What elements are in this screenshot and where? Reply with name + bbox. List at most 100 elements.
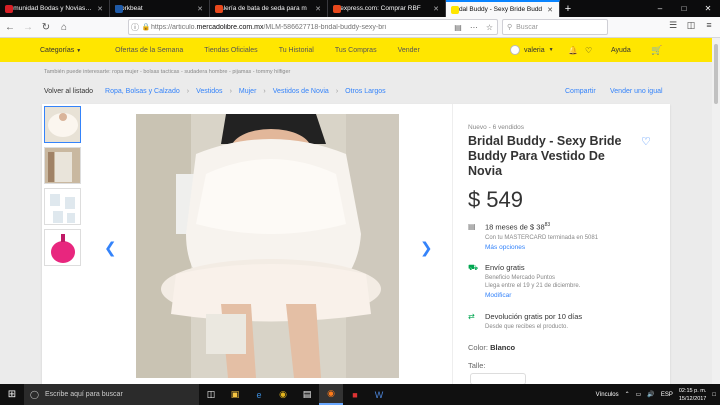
- browser-search-input[interactable]: ⚲ Buscar: [502, 19, 608, 35]
- sidebar-icon[interactable]: ◫: [682, 20, 700, 31]
- breadcrumb-link[interactable]: Mujer: [239, 88, 257, 95]
- reader-view-icon[interactable]: ▤: [450, 23, 466, 32]
- tab-label: Bridal Buddy - Sexy Bride Budd: [451, 6, 543, 13]
- breadcrumb-link[interactable]: Ropa, Bolsas y Calzado: [105, 88, 180, 95]
- browser-tab[interactable]: Comunidad Bodas y Novias - bo ✕: [0, 0, 110, 17]
- tab-label: Aliexpress.com: Comprar RBF: [333, 5, 421, 12]
- more-options-link[interactable]: Más opciones: [485, 244, 638, 251]
- tab-favicon-icon: [333, 4, 341, 13]
- interest-links[interactable]: También puede interesarte: ropa mujer - …: [44, 69, 290, 75]
- close-tab-icon[interactable]: ✕: [315, 5, 321, 13]
- close-tab-icon[interactable]: ✕: [97, 5, 103, 13]
- installments-cents: 83: [544, 222, 551, 228]
- task-view-icon[interactable]: ◫: [199, 384, 223, 405]
- taskbar-search-placeholder: Escribe aquí para buscar: [44, 391, 123, 398]
- color-label: Color:: [468, 343, 489, 352]
- clock-date: 15/12/2017: [678, 395, 707, 402]
- breadcrumb-separator-icon: ›: [335, 88, 339, 95]
- maximize-icon[interactable]: □: [672, 0, 696, 17]
- back-to-list-link[interactable]: Volver al listado: [44, 88, 93, 95]
- clock[interactable]: 02:15 p. m. 15/12/2017: [679, 387, 707, 403]
- tray-chevron-icon[interactable]: ⌃: [625, 391, 630, 398]
- lock-icon: 🔒: [141, 24, 151, 31]
- chrome-icon[interactable]: ◉: [271, 384, 295, 405]
- header-nav-link[interactable]: Vender: [398, 47, 420, 54]
- close-window-icon[interactable]: ✕: [696, 0, 720, 17]
- cart-icon[interactable]: 🛒: [651, 45, 662, 56]
- chevron-down-icon: ▼: [76, 47, 82, 54]
- network-icon[interactable]: ▭: [636, 391, 642, 398]
- edge-icon[interactable]: e: [247, 384, 271, 405]
- breadcrumb-link[interactable]: Vestidos: [196, 88, 222, 95]
- language-indicator[interactable]: ESP: [661, 392, 673, 398]
- browser-tab[interactable]: Aliexpress.com: Comprar RBF ✕: [328, 0, 446, 17]
- user-menu[interactable]: valeria ▼: [510, 45, 554, 55]
- os-taskbar: ⊞ ◯ Escribe aquí para buscar ◫ ▣ e ◉ ▤ ◉ …: [0, 384, 720, 405]
- favorites-icon[interactable]: ♡: [585, 46, 592, 55]
- minimize-icon[interactable]: –: [648, 0, 672, 17]
- product-thumbnail[interactable]: [44, 229, 81, 266]
- header-nav-link[interactable]: Tiendas Oficiales: [204, 47, 257, 54]
- share-link[interactable]: Compartir: [565, 88, 596, 95]
- product-thumbnail[interactable]: [44, 147, 81, 184]
- app-icon[interactable]: ■: [343, 384, 367, 405]
- browser-tab[interactable]: Workbeat ✕: [110, 0, 210, 17]
- returns-info: ⇄ Devolución gratis por 10 días Desde qu…: [468, 312, 638, 331]
- reload-icon[interactable]: ↻: [38, 19, 54, 35]
- windows-start-icon[interactable]: ⊞: [0, 384, 24, 405]
- back-icon[interactable]: ←: [2, 19, 18, 35]
- installments-info: ▤ 18 meses de $ 3883 Con tu MASTERCARD t…: [468, 222, 638, 251]
- notifications-center-icon[interactable]: □: [712, 392, 716, 398]
- modify-shipping-link[interactable]: Modificar: [485, 292, 638, 299]
- product-main-image[interactable]: [136, 114, 399, 378]
- product-thumbnail[interactable]: [44, 188, 81, 225]
- product-thumbnail[interactable]: [44, 106, 81, 143]
- forward-icon[interactable]: →: [20, 19, 36, 35]
- breadcrumb-link[interactable]: Otros Largos: [345, 88, 385, 95]
- menu-icon[interactable]: ≡: [700, 20, 718, 31]
- header-nav-link[interactable]: Tus Compras: [335, 47, 377, 54]
- library-icon[interactable]: ☰: [664, 20, 682, 31]
- search-placeholder: Buscar: [516, 23, 538, 31]
- breadcrumb-link[interactable]: Vestidos de Novia: [273, 88, 329, 95]
- file-explorer-icon[interactable]: ▣: [223, 384, 247, 405]
- volume-icon[interactable]: 🔊: [647, 391, 654, 398]
- sell-same-link[interactable]: Vender uno igual: [610, 88, 663, 95]
- page-scrollbar[interactable]: [712, 38, 720, 384]
- search-icon: ⚲: [507, 24, 513, 31]
- previous-image-arrow-icon[interactable]: ❮: [104, 239, 117, 257]
- notifications-icon[interactable]: 🔔: [568, 46, 578, 55]
- close-tab-icon[interactable]: ✕: [433, 5, 439, 13]
- url-bar[interactable]: ⓘ 🔒 https://articulo.mercadolibre.com.mx…: [128, 19, 498, 35]
- tray-links-label[interactable]: Vínculos: [596, 392, 619, 398]
- page-actions-icon[interactable]: ⋯: [466, 23, 482, 32]
- shipping-info: ⛟ Envío gratis Beneficio Mercado Puntos …: [468, 263, 638, 299]
- tab-favicon-icon: [115, 4, 123, 13]
- tab-label: Comunidad Bodas y Novias - bo: [5, 5, 94, 12]
- info-icon[interactable]: ⓘ: [129, 22, 141, 33]
- header-nav-link[interactable]: Ofertas de la Semana: [115, 47, 183, 54]
- window-controls: – □ ✕: [648, 0, 720, 17]
- favorite-heart-icon[interactable]: ♡: [641, 135, 651, 148]
- browser-nav-bar: ← → ↻ ⌂ ⓘ 🔒 https://articulo.mercadolibr…: [0, 17, 720, 38]
- next-image-arrow-icon[interactable]: ❯: [420, 239, 433, 257]
- close-tab-icon[interactable]: ✕: [547, 6, 553, 14]
- bookmark-star-icon[interactable]: ☆: [482, 23, 497, 32]
- help-link[interactable]: Ayuda: [611, 47, 631, 54]
- header-nav-link[interactable]: Tu Historial: [279, 47, 314, 54]
- store-icon[interactable]: ▤: [295, 384, 319, 405]
- browser-tab[interactable]: Bridal Buddy - Sexy Bride Budd ✕: [446, 0, 560, 17]
- firefox-icon[interactable]: ◉: [319, 384, 343, 405]
- browser-tab[interactable]: Galería de bata de seda para m ✕: [210, 0, 328, 17]
- returns-title: Devolución gratis por 10 días: [485, 312, 583, 321]
- word-icon[interactable]: W: [367, 384, 391, 405]
- categories-menu[interactable]: Categorías ▼: [40, 47, 81, 54]
- home-icon[interactable]: ⌂: [56, 19, 72, 35]
- scrollbar-thumb[interactable]: [714, 44, 718, 104]
- close-tab-icon[interactable]: ✕: [197, 5, 203, 13]
- credit-card-icon: ▤: [468, 222, 476, 231]
- url-text[interactable]: https://articulo.mercadolibre.com.mx/MLM…: [151, 24, 450, 31]
- taskbar-search-input[interactable]: ◯ Escribe aquí para buscar: [24, 384, 199, 405]
- system-tray: Vínculos ⌃ ▭ 🔊 ESP 02:15 p. m. 15/12/2017…: [596, 387, 720, 403]
- new-tab-button[interactable]: +: [560, 0, 576, 17]
